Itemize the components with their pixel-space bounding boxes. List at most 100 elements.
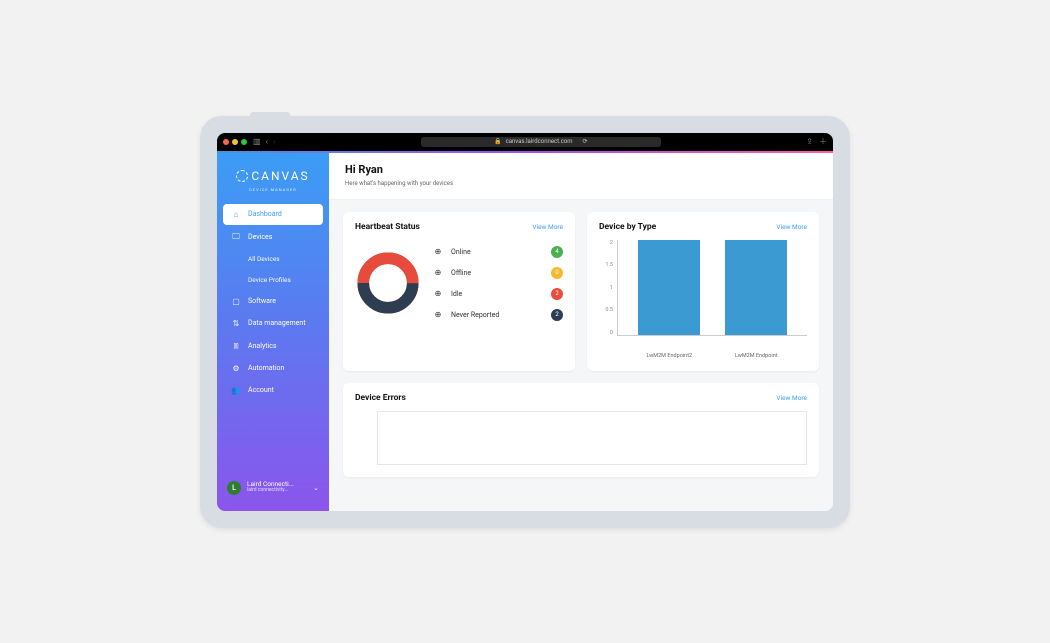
x-tick: LwM2M Endpoint (735, 353, 778, 359)
sidebar-item-automation[interactable]: ⚙ Automation (223, 358, 323, 379)
legend-row-never-reported: ⊕ Never Reported 2 (433, 309, 563, 321)
legend-count: 0 (551, 267, 563, 279)
automation-icon: ⚙ (231, 364, 241, 373)
legend-count: 2 (551, 288, 563, 300)
monitor-icon: 🖵 (231, 232, 241, 242)
x-tick: LwM2M Endpoint2 (646, 353, 692, 359)
y-tick: 0.5 (599, 307, 613, 313)
sidebar-item-label: Dashboard (248, 210, 282, 218)
bar (725, 240, 787, 335)
data-icon: ⇅ (231, 319, 241, 328)
y-tick: 1 (599, 285, 613, 291)
brand: CANVAS DEVICE MANAGER (223, 167, 323, 192)
heartbeat-legend: ⊕ Online 4 ⊕ Offline 0 (433, 246, 563, 321)
view-more-link[interactable]: View More (776, 394, 807, 402)
user-meta: Laird Connecti... laird connectivity... (247, 481, 294, 494)
page-title: Hi Ryan (345, 163, 817, 176)
browser-bar: ▥ ‹ › 🔒 canvas.lairdconnect.com ⟳ ⇪ ＋ (217, 133, 833, 151)
sidebar-item-label: Automation (248, 364, 284, 372)
window-controls (223, 139, 247, 145)
tablet-frame: ▥ ‹ › 🔒 canvas.lairdconnect.com ⟳ ⇪ ＋ CA (200, 116, 850, 528)
url-bar[interactable]: 🔒 canvas.lairdconnect.com ⟳ (421, 137, 661, 147)
legend-row-offline: ⊕ Offline 0 (433, 267, 563, 279)
card-title: Heartbeat Status (355, 222, 420, 232)
content: Heartbeat Status View More (329, 200, 833, 489)
sidebar-item-dashboard[interactable]: ⌂ Dashboard (223, 204, 323, 225)
avatar-initial: L (232, 484, 236, 492)
card-row: Heartbeat Status View More (343, 212, 819, 371)
users-icon: 👥 (231, 386, 241, 395)
sidebar-item-software[interactable]: ▢ Software (223, 291, 323, 312)
sidebar-toggle-icon[interactable]: ▥ (253, 137, 261, 146)
forward-icon[interactable]: › (273, 137, 275, 146)
reload-icon[interactable]: ⟳ (583, 138, 588, 145)
globe-icon: ⊕ (433, 289, 443, 298)
legend-count: 2 (551, 309, 563, 321)
device-errors-card: Device Errors View More (343, 383, 819, 477)
brand-subtitle: DEVICE MANAGER (223, 187, 323, 192)
legend-label: Idle (451, 290, 543, 298)
app: CANVAS DEVICE MANAGER ⌂ Dashboard 🖵 Devi… (217, 153, 833, 511)
screen: ▥ ‹ › 🔒 canvas.lairdconnect.com ⟳ ⇪ ＋ CA (217, 133, 833, 511)
minimize-window-icon[interactable] (232, 139, 238, 145)
lock-icon: 🔒 (494, 138, 501, 145)
chart-icon: ⫾⫾ (231, 341, 241, 351)
y-tick: 0 (599, 330, 613, 336)
nav: ⌂ Dashboard 🖵 Devices All Devices Device… (223, 204, 323, 401)
y-tick: 2 (599, 240, 613, 246)
sidebar-item-label: Data management (248, 319, 306, 327)
chevron-down-icon: ⌄ (313, 484, 319, 492)
view-more-link[interactable]: View More (776, 223, 807, 231)
sidebar-item-label: Analytics (248, 342, 277, 350)
home-icon: ⌂ (231, 210, 241, 219)
sidebar-item-label: Account (248, 386, 274, 394)
package-icon: ▢ (231, 297, 241, 306)
device-by-type-card: Device by Type View More 2 1.5 1 0.5 0 (587, 212, 819, 371)
page-subtitle: Here what's happening with your devices (345, 180, 817, 187)
legend-label: Never Reported (451, 311, 543, 319)
device-errors-plot (377, 411, 807, 465)
plot-area (617, 240, 807, 336)
card-title: Device Errors (355, 393, 406, 403)
sidebar-item-label: Device Profiles (248, 276, 291, 284)
sidebar-item-devices[interactable]: 🖵 Devices (223, 226, 323, 248)
heartbeat-donut-chart (355, 250, 421, 316)
new-tab-icon[interactable]: ＋ (819, 136, 827, 147)
y-axis: 2 1.5 1 0.5 0 (599, 240, 617, 336)
sidebar-item-account[interactable]: 👥 Account (223, 380, 323, 401)
user-chip[interactable]: L Laird Connecti... laird connectivity..… (223, 475, 323, 501)
close-window-icon[interactable] (223, 139, 229, 145)
sidebar-item-device-profiles[interactable]: Device Profiles (223, 270, 323, 290)
legend-count: 4 (551, 246, 563, 258)
legend-row-idle: ⊕ Idle 2 (433, 288, 563, 300)
share-icon[interactable]: ⇪ (806, 137, 813, 146)
y-tick: 1.5 (599, 262, 613, 268)
main: Hi Ryan Here what's happening with your … (329, 153, 833, 511)
sidebar-item-label: All Devices (248, 255, 280, 263)
globe-icon: ⊕ (433, 268, 443, 277)
legend-label: Offline (451, 269, 543, 277)
globe-icon: ⊕ (433, 247, 443, 256)
brand-name: CANVAS (251, 169, 309, 183)
sidebar-item-label: Devices (248, 233, 272, 241)
globe-icon: ⊕ (433, 310, 443, 319)
sidebar: CANVAS DEVICE MANAGER ⌂ Dashboard 🖵 Devi… (217, 153, 329, 511)
page-header: Hi Ryan Here what's happening with your … (329, 153, 833, 200)
legend-row-online: ⊕ Online 4 (433, 246, 563, 258)
card-title: Device by Type (599, 222, 656, 232)
sidebar-item-data-management[interactable]: ⇅ Data management (223, 313, 323, 334)
heartbeat-card: Heartbeat Status View More (343, 212, 575, 371)
bar (638, 240, 700, 335)
brand-logo: CANVAS (236, 169, 309, 183)
maximize-window-icon[interactable] (241, 139, 247, 145)
x-axis: LwM2M Endpoint2 LwM2M Endpoint (617, 350, 807, 359)
sidebar-item-all-devices[interactable]: All Devices (223, 249, 323, 269)
device-by-type-chart: 2 1.5 1 0.5 0 (599, 240, 807, 350)
url-text: canvas.lairdconnect.com (506, 138, 573, 145)
legend-label: Online (451, 248, 543, 256)
sidebar-item-analytics[interactable]: ⫾⫾ Analytics (223, 335, 323, 357)
user-subtitle: laird connectivity... (247, 488, 294, 494)
avatar: L (227, 481, 241, 495)
view-more-link[interactable]: View More (532, 223, 563, 231)
back-icon[interactable]: ‹ (266, 137, 268, 146)
